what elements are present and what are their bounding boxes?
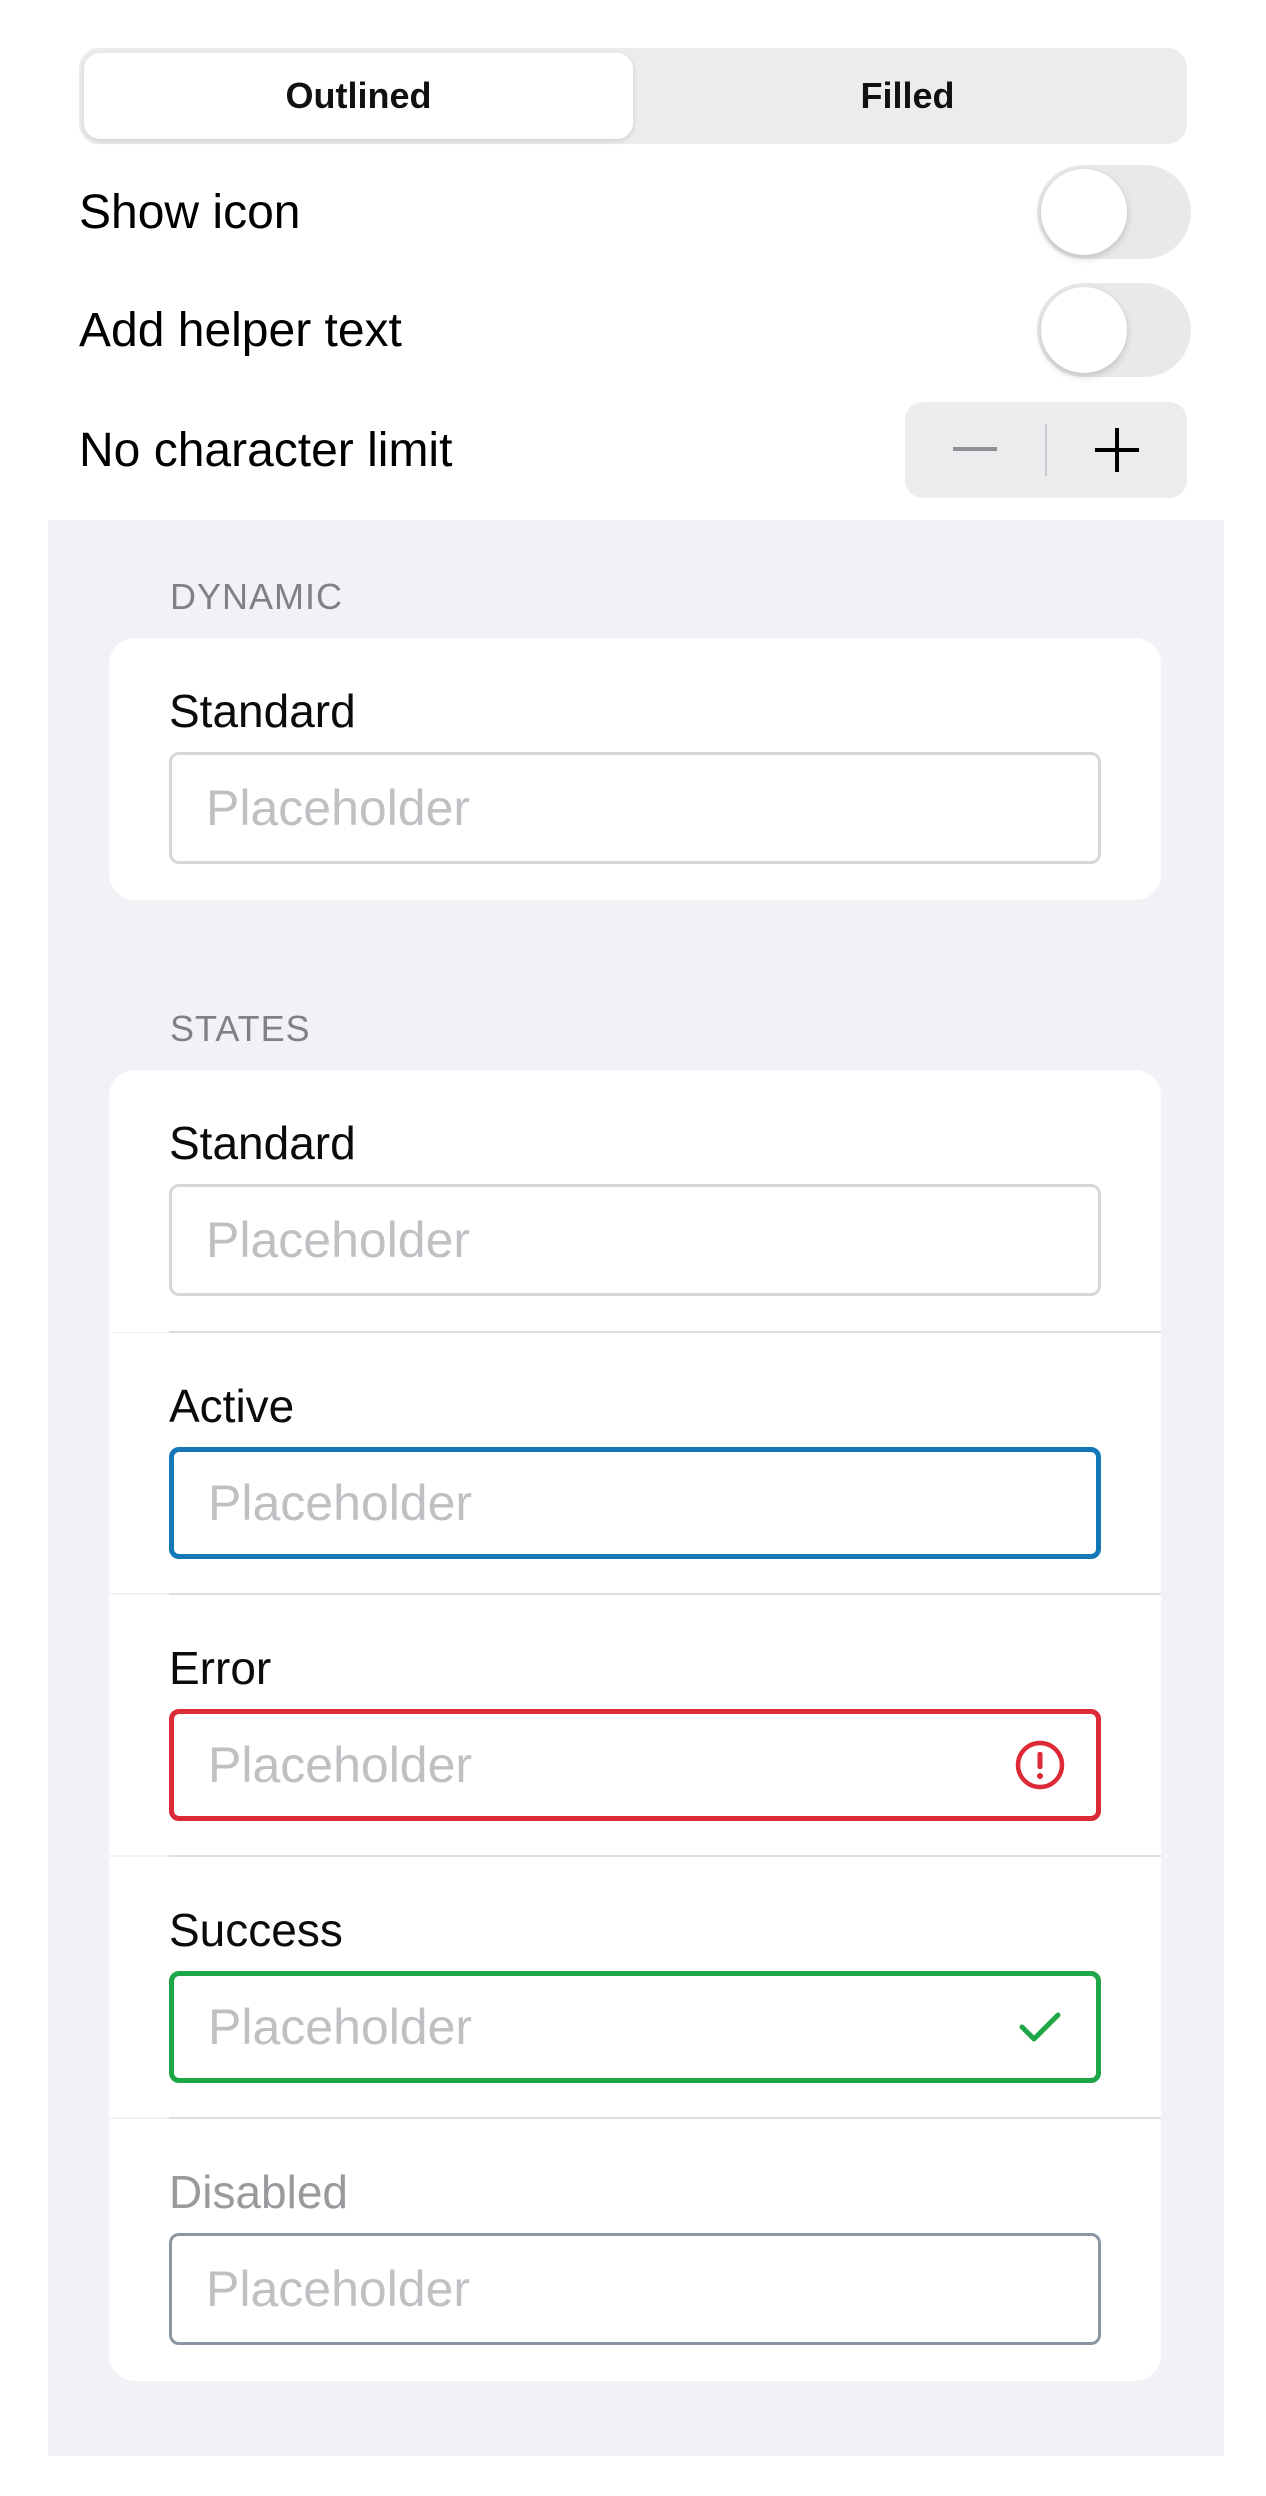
toggle-knob [1041,287,1127,373]
states-disabled-cell: Disabled Placeholder [109,2119,1161,2381]
placeholder-text: Placeholder [208,1475,473,1531]
active-text-field[interactable]: Placeholder [169,1447,1101,1559]
field-label: Error [169,1642,272,1694]
placeholder-text: Placeholder [206,1212,471,1268]
field-label: Active [169,1380,295,1432]
placeholder-text: Placeholder [206,2261,471,2317]
style-segmented-control: Outlined Filled [79,48,1187,144]
success-text-field[interactable]: Placeholder [169,1971,1101,2083]
section-header-dynamic: DYNAMIC [170,576,344,617]
placeholder-text: Placeholder [208,1999,473,2055]
char-limit-label: No character limit [79,423,453,477]
segment-outlined[interactable]: Outlined [84,53,633,139]
char-limit-stepper [905,402,1187,498]
helper-text-row: Add helper text [79,282,1191,378]
standard-text-field[interactable]: Placeholder [169,752,1101,864]
plus-icon [1095,428,1139,472]
minus-icon [953,447,997,451]
states-active-cell: Active Placeholder [109,1333,1161,1593]
disabled-text-field: Placeholder [169,2233,1101,2345]
field-label: Disabled [169,2166,348,2218]
standard-text-field[interactable]: Placeholder [169,1184,1101,1296]
placeholder-text: Placeholder [206,780,471,836]
helper-text-toggle[interactable] [1037,283,1191,377]
states-error-cell: Error Placeholder [109,1595,1161,1855]
show-icon-label: Show icon [79,185,301,239]
section-header-states: STATES [170,1008,311,1049]
error-text-field[interactable]: Placeholder [169,1709,1101,1821]
show-icon-toggle[interactable] [1037,165,1191,259]
checkmark-icon [1012,1999,1068,2055]
states-success-cell: Success Placeholder [109,1857,1161,2117]
error-circle-icon [1012,1737,1068,1793]
text-field-demo-screen: Outlined Filled Show icon Add helper tex… [0,0,1266,2496]
char-limit-row: No character limit [79,402,1187,498]
decrement-button[interactable] [905,402,1045,498]
placeholder-text: Placeholder [208,1737,473,1793]
field-label: Standard [169,1117,356,1169]
states-standard-cell: Standard Placeholder [109,1070,1161,1332]
segment-filled[interactable]: Filled [633,53,1182,139]
field-label: Standard [169,685,356,737]
field-label: Success [169,1904,343,1956]
helper-text-label: Add helper text [79,303,402,357]
dynamic-standard-cell: Standard Placeholder [109,638,1161,900]
toggle-knob [1041,169,1127,255]
increment-button[interactable] [1047,402,1187,498]
show-icon-row: Show icon [79,164,1191,260]
